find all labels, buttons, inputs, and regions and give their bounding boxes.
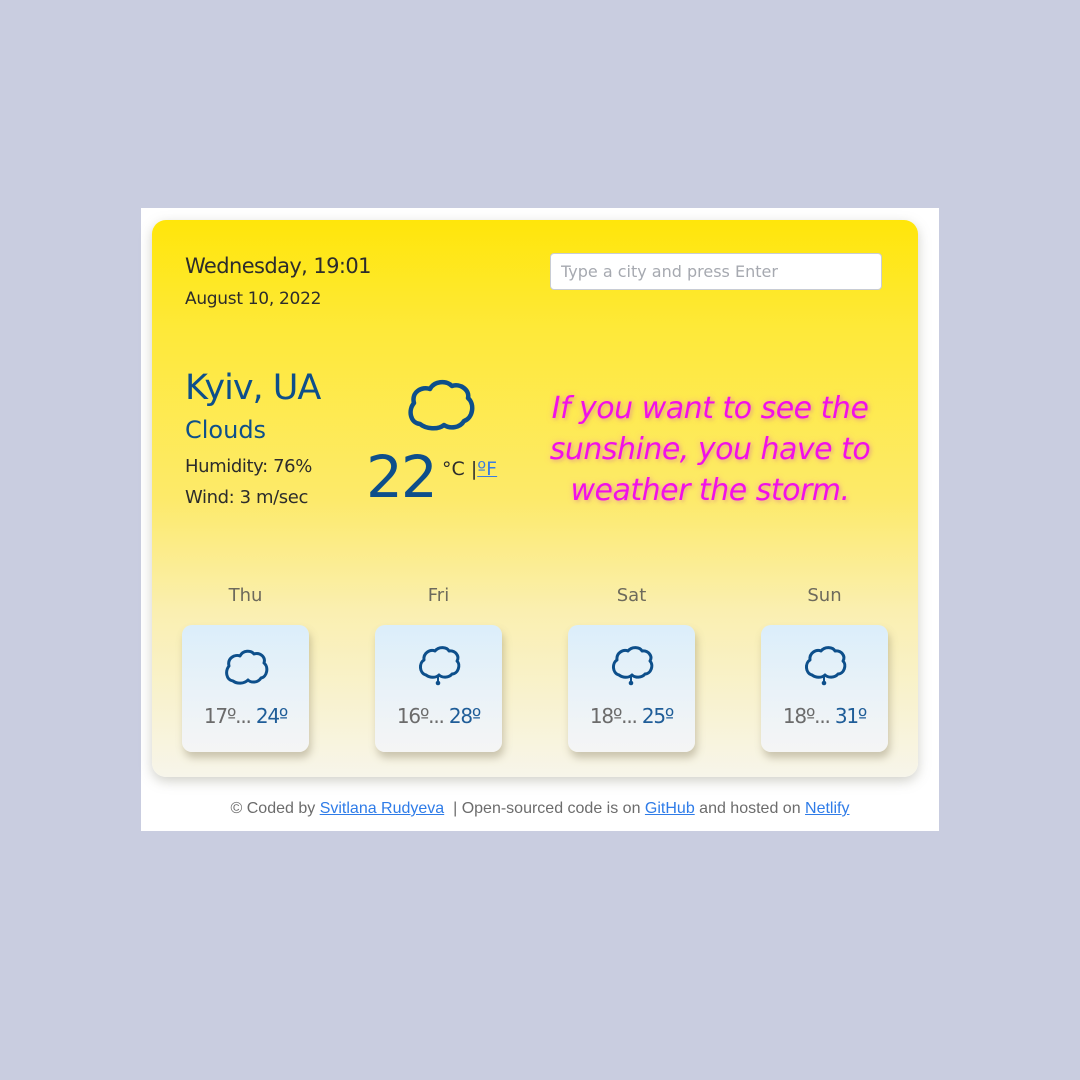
forecast-min: 17º...: [203, 704, 252, 728]
forecast-card: 17º... 24º: [182, 625, 309, 752]
weather-description: Clouds: [185, 416, 267, 444]
forecast-max: 31º: [834, 704, 867, 728]
netlify-link[interactable]: Netlify: [805, 800, 849, 817]
forecast-temps: 18º... 25º: [568, 704, 695, 728]
current-day-time: Wednesday, 19:01: [185, 254, 371, 278]
city-name: Kyiv, UA: [185, 368, 321, 408]
cloud-rain-icon: [612, 646, 654, 686]
forecast-temps: 18º... 31º: [761, 704, 888, 728]
cloud-icon: [408, 379, 475, 431]
forecast-day-label: Thu: [228, 585, 263, 606]
forecast-day-label: Sun: [807, 585, 842, 606]
footer-hosted: and hosted on: [694, 800, 806, 817]
footer-middle: | Open-sourced code is on: [444, 800, 645, 817]
current-date: August 10, 2022: [185, 289, 322, 309]
celsius-label: °C: [442, 458, 465, 480]
forecast-min: 18º...: [782, 704, 831, 728]
forecast-card: 18º... 31º: [761, 625, 888, 752]
forecast-day-label: Sat: [616, 585, 647, 606]
unit-toggle: °C |ºF: [442, 458, 497, 480]
forecast-max: 24º: [255, 704, 288, 728]
forecast-min: 18º...: [589, 704, 638, 728]
forecast-max: 28º: [448, 704, 481, 728]
cloud-rain-icon: [805, 646, 847, 686]
author-link[interactable]: Svitlana Rudyeva: [320, 800, 445, 817]
forecast-max: 25º: [641, 704, 674, 728]
forecast-card: 16º... 28º: [375, 625, 502, 752]
current-temperature: 22: [366, 443, 438, 511]
forecast-card: 18º... 25º: [568, 625, 695, 752]
wind-speed: Wind: 3 m/sec: [185, 487, 308, 508]
weather-card: Wednesday, 19:01 August 10, 2022 Kyiv, U…: [152, 220, 918, 777]
forecast-min: 16º...: [396, 704, 445, 728]
unit-separator: |: [464, 458, 478, 480]
city-search-input[interactable]: [550, 253, 882, 290]
app-frame: Wednesday, 19:01 August 10, 2022 Kyiv, U…: [141, 208, 939, 831]
forecast-temps: 16º... 28º: [375, 704, 502, 728]
github-link[interactable]: GitHub: [645, 800, 695, 817]
forecast-day-label: Fri: [427, 585, 450, 606]
humidity: Humidity: 76%: [185, 456, 312, 477]
cloud-rain-icon: [419, 646, 461, 686]
cloud-icon: [225, 649, 269, 685]
footer-prefix: © Coded by: [230, 800, 320, 817]
forecast-temps: 17º... 24º: [182, 704, 309, 728]
fahrenheit-link[interactable]: ºF: [477, 458, 497, 480]
footer: © Coded by Svitlana Rudyeva | Open-sourc…: [141, 800, 939, 818]
weather-quote: If you want to see the sunshine, you hav…: [549, 391, 871, 508]
